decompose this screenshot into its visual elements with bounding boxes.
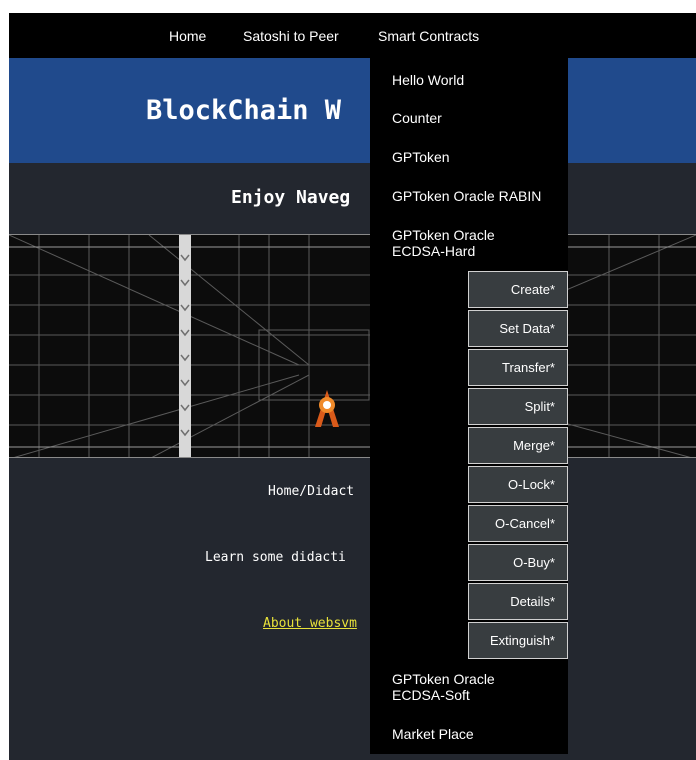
top-navigation-bar: Home Satoshi to Peer Smart Contracts — [9, 13, 696, 58]
page-frame: Home Satoshi to Peer Smart Contracts Blo… — [9, 13, 696, 760]
submenu-split[interactable]: Split* — [468, 388, 568, 425]
menu-item-gptoken[interactable]: GPToken — [392, 149, 562, 165]
nav-home-link[interactable]: Home — [169, 28, 206, 44]
header-banner: BlockChain W — [9, 58, 696, 163]
page-subtitle: Enjoy Naveg — [231, 187, 351, 208]
submenu-o-lock[interactable]: O-Lock* — [468, 466, 568, 503]
breadcrumb: Home/Didact — [268, 484, 355, 499]
submenu-details[interactable]: Details* — [468, 583, 568, 620]
site-title: BlockChain W — [146, 95, 342, 126]
menu-item-hello-world[interactable]: Hello World — [392, 72, 562, 88]
submenu-extinguish[interactable]: Extinguish* — [468, 622, 568, 659]
hero-grid-image — [9, 234, 696, 458]
submenu-create[interactable]: Create* — [468, 271, 568, 308]
submenu-set-data[interactable]: Set Data* — [468, 310, 568, 347]
submenu-o-buy[interactable]: O-Buy* — [468, 544, 568, 581]
about-websvm-link[interactable]: About websvm — [263, 616, 357, 632]
intro-text: Learn some didacti — [205, 550, 346, 565]
menu-item-counter[interactable]: Counter — [392, 110, 562, 126]
submenu-merge[interactable]: Merge* — [468, 427, 568, 464]
nav-smart-contracts-link[interactable]: Smart Contracts — [378, 28, 479, 44]
menu-item-gptoken-oracle-rabin[interactable]: GPToken Oracle RABIN — [392, 188, 562, 204]
menu-item-market-place[interactable]: Market Place — [392, 726, 562, 742]
menu-item-gptoken-oracle-ecdsa-hard[interactable]: GPToken Oracle ECDSA-Hard — [392, 227, 522, 259]
submenu-transfer[interactable]: Transfer* — [468, 349, 568, 386]
menu-item-gptoken-oracle-ecdsa-soft[interactable]: GPToken Oracle ECDSA-Soft — [392, 671, 522, 703]
grid-tunnel-graphic — [9, 235, 696, 457]
nav-satoshi-to-peer-link[interactable]: Satoshi to Peer — [243, 28, 339, 44]
rocket-icon — [315, 390, 339, 427]
submenu-o-cancel[interactable]: O-Cancel* — [468, 505, 568, 542]
